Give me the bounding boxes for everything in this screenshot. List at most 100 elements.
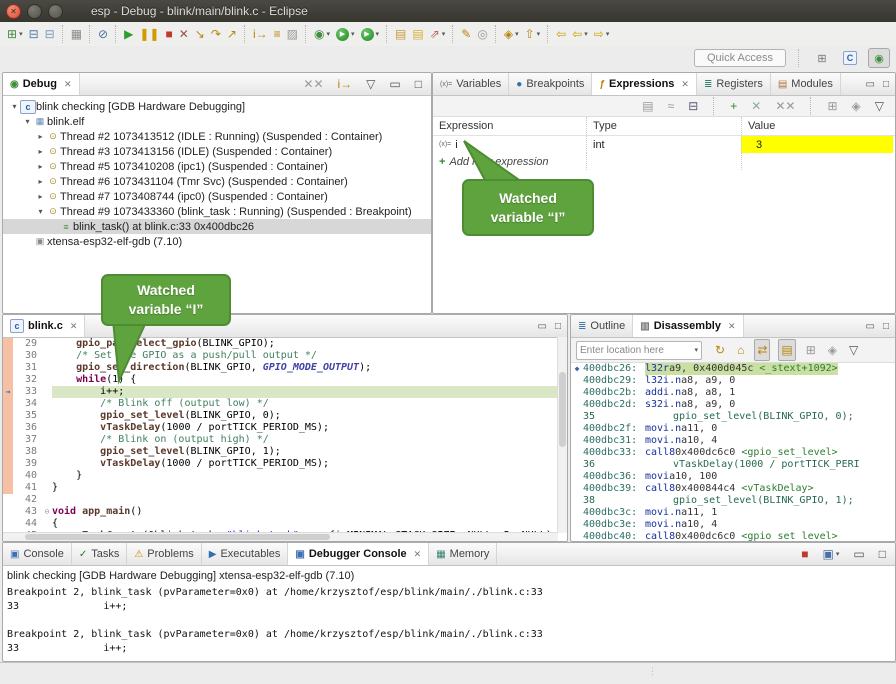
disassembly-refresh-button[interactable]: ↻: [713, 340, 727, 360]
add-expression-row[interactable]: +Add new expression: [433, 153, 895, 170]
open-folder-button[interactable]: ▤: [393, 24, 408, 44]
tab-registers[interactable]: ≣Registers: [697, 73, 771, 95]
expressions-new-view-button[interactable]: ⊞: [825, 96, 839, 116]
tab-blink-c[interactable]: c blink.c ✕: [3, 315, 85, 337]
debug-view-view-menu-button[interactable]: ▽: [364, 74, 377, 94]
console-terminate-console-button[interactable]: ■: [799, 544, 810, 564]
back-button[interactable]: ⇦: [554, 24, 568, 44]
expressions-view-menu-button[interactable]: ▽: [873, 96, 886, 116]
step-into-button[interactable]: ↘: [193, 24, 207, 44]
tree-row[interactable]: ▸⊙Thread #7 1073408744 (ipc0) (Suspended…: [3, 189, 431, 204]
editor-line[interactable]: 32 while(1) {: [3, 374, 567, 386]
tab-memory[interactable]: ▦Memory: [429, 543, 497, 565]
expander-icon[interactable]: ▸: [35, 132, 46, 141]
expander-icon[interactable]: ▸: [35, 162, 46, 171]
skip-all-breakpoints-button[interactable]: ⊘: [96, 24, 110, 44]
expressions-collapse-all-button[interactable]: ⊟: [686, 96, 700, 116]
step-over-button[interactable]: ↷: [209, 24, 223, 44]
instruction-stepping-button[interactable]: i→: [251, 24, 270, 44]
debug-config-button[interactable]: ▨: [285, 24, 300, 44]
tab-modules[interactable]: ▤Modules: [771, 73, 841, 95]
disassembly-listing[interactable]: ◆400dbc26:l32ra9, 0x400d045c <_stext+109…: [571, 363, 895, 542]
use-step-filters-button[interactable]: ≡: [272, 24, 283, 44]
new-button[interactable]: ⊞▾: [5, 24, 25, 44]
console-output[interactable]: Breakpoint 2, blink_task (pvParameter=0x…: [3, 584, 895, 658]
tree-row[interactable]: ▾cblink checking [GDB Hardware Debugging…: [3, 99, 431, 114]
clean-button[interactable]: ✎: [459, 24, 473, 44]
profile-button[interactable]: ◎: [475, 24, 489, 44]
tab-debugger-console[interactable]: ▣Debugger Console✕: [288, 543, 429, 565]
forward-button[interactable]: ⇨▾: [592, 24, 612, 44]
cpp-perspective-button[interactable]: C: [840, 49, 860, 67]
minimize-icon[interactable]: ▭: [538, 321, 547, 332]
disassembly-home-button[interactable]: ⌂: [735, 340, 746, 360]
disconnect-button[interactable]: ✕: [177, 24, 191, 44]
expressions-pin-view-button[interactable]: ◈: [850, 96, 863, 116]
editor-line[interactable]: 34 /* Blink off (output low) */: [3, 398, 567, 410]
console-maximize-button[interactable]: □: [877, 544, 888, 564]
save-button[interactable]: ⊟: [27, 24, 41, 44]
console-minimize-button[interactable]: ▭: [851, 544, 866, 564]
editor-horizontal-scrollbar[interactable]: [3, 532, 558, 541]
expander-icon[interactable]: ▸: [35, 147, 46, 156]
editor-line[interactable]: 43⊖void app_main(): [3, 506, 567, 518]
expression-row[interactable]: (x)=iint3: [433, 136, 895, 153]
tab-tasks[interactable]: ✓Tasks: [72, 543, 128, 565]
tree-row[interactable]: ▾⊙Thread #9 1073433360 (blink_task : Run…: [3, 204, 431, 219]
window-minimize-button[interactable]: [27, 4, 42, 19]
terminate-button[interactable]: ■: [163, 24, 174, 44]
editor-line[interactable]: 42: [3, 494, 567, 506]
disassembly-new-view-button[interactable]: ⊞: [804, 340, 818, 360]
location-combo[interactable]: Enter location here ▾: [576, 341, 702, 360]
tree-row[interactable]: ▸⊙Thread #2 1073413512 (IDLE : Running) …: [3, 129, 431, 144]
debug-view-minimize-button[interactable]: ▭: [387, 74, 402, 94]
external-tools-button[interactable]: ▶▾: [359, 24, 382, 44]
expander-icon[interactable]: ▸: [35, 177, 46, 186]
pin-editor-button[interactable]: ◈▾: [502, 24, 521, 44]
debug-button[interactable]: ◉▾: [312, 24, 332, 44]
close-icon[interactable]: ✕: [728, 321, 736, 332]
debug-view-maximize-button[interactable]: □: [413, 74, 424, 94]
tree-row[interactable]: ▾▦blink.elf: [3, 114, 431, 129]
editor-line[interactable]: 35 gpio_set_level(BLINK_GPIO, 0);: [3, 410, 567, 422]
open-resource-button[interactable]: ⇗▾: [428, 24, 448, 44]
expander-icon[interactable]: ▸: [35, 192, 46, 201]
expander-icon[interactable]: ▾: [35, 207, 46, 216]
quick-access-box[interactable]: Quick Access: [694, 49, 786, 67]
open-project-button[interactable]: ▤: [410, 24, 425, 44]
code-editor[interactable]: 29 gpio_pad_select_gpio(BLINK_GPIO);30 /…: [3, 338, 567, 542]
window-maximize-button[interactable]: [48, 4, 63, 19]
minimize-icon[interactable]: ▭: [866, 79, 875, 90]
tab-outline[interactable]: ≣Outline: [571, 315, 633, 337]
resume-button[interactable]: ▶: [122, 24, 135, 44]
suspend-button[interactable]: ❚❚: [137, 24, 161, 44]
column-expression[interactable]: Expression: [433, 117, 586, 135]
go-up-button[interactable]: ⇧▾: [523, 24, 543, 44]
editor-line[interactable]: 38 gpio_set_level(BLINK_GPIO, 1);: [3, 446, 567, 458]
tree-row[interactable]: ▸⊙Thread #5 1073410208 (ipc1) (Suspended…: [3, 159, 431, 174]
tab-debug[interactable]: ◉ Debug ✕: [3, 73, 80, 95]
maximize-icon[interactable]: □: [883, 79, 889, 90]
tab-disassembly[interactable]: ▥Disassembly✕: [633, 315, 743, 337]
tab-problems[interactable]: ⚠Problems: [127, 543, 201, 565]
tab-executables[interactable]: ▶Executables: [202, 543, 289, 565]
run-button[interactable]: ▶▾: [334, 24, 357, 44]
tab-variables[interactable]: (x)=Variables: [433, 73, 509, 95]
maximize-icon[interactable]: □: [883, 321, 889, 332]
editor-line[interactable]: 41}: [3, 482, 567, 494]
expressions-show-logical-structures-button[interactable]: ≈: [666, 96, 677, 116]
save-all-button[interactable]: ⊟: [43, 24, 57, 44]
expressions-remove-expression-button[interactable]: ✕: [749, 96, 763, 116]
disassembly-show-source-button[interactable]: ▤: [778, 339, 795, 361]
step-return-button[interactable]: ↗: [225, 24, 239, 44]
tree-row[interactable]: ▸⊙Thread #3 1073413156 (IDLE) (Suspended…: [3, 144, 431, 159]
disassembly-view-menu-button[interactable]: ▽: [847, 340, 860, 360]
maximize-icon[interactable]: □: [555, 321, 561, 332]
editor-line[interactable]: 39 vTaskDelay(1000 / portTICK_PERIOD_MS)…: [3, 458, 567, 470]
editor-line[interactable]: 36 vTaskDelay(1000 / portTICK_PERIOD_MS)…: [3, 422, 567, 434]
tab-breakpoints[interactable]: ●Breakpoints: [509, 73, 592, 95]
editor-line[interactable]: 44{: [3, 518, 567, 530]
build-button[interactable]: ▦: [69, 24, 84, 44]
close-icon[interactable]: ✕: [70, 321, 78, 332]
console-display-selected-console-button[interactable]: ▣▾: [821, 544, 842, 564]
